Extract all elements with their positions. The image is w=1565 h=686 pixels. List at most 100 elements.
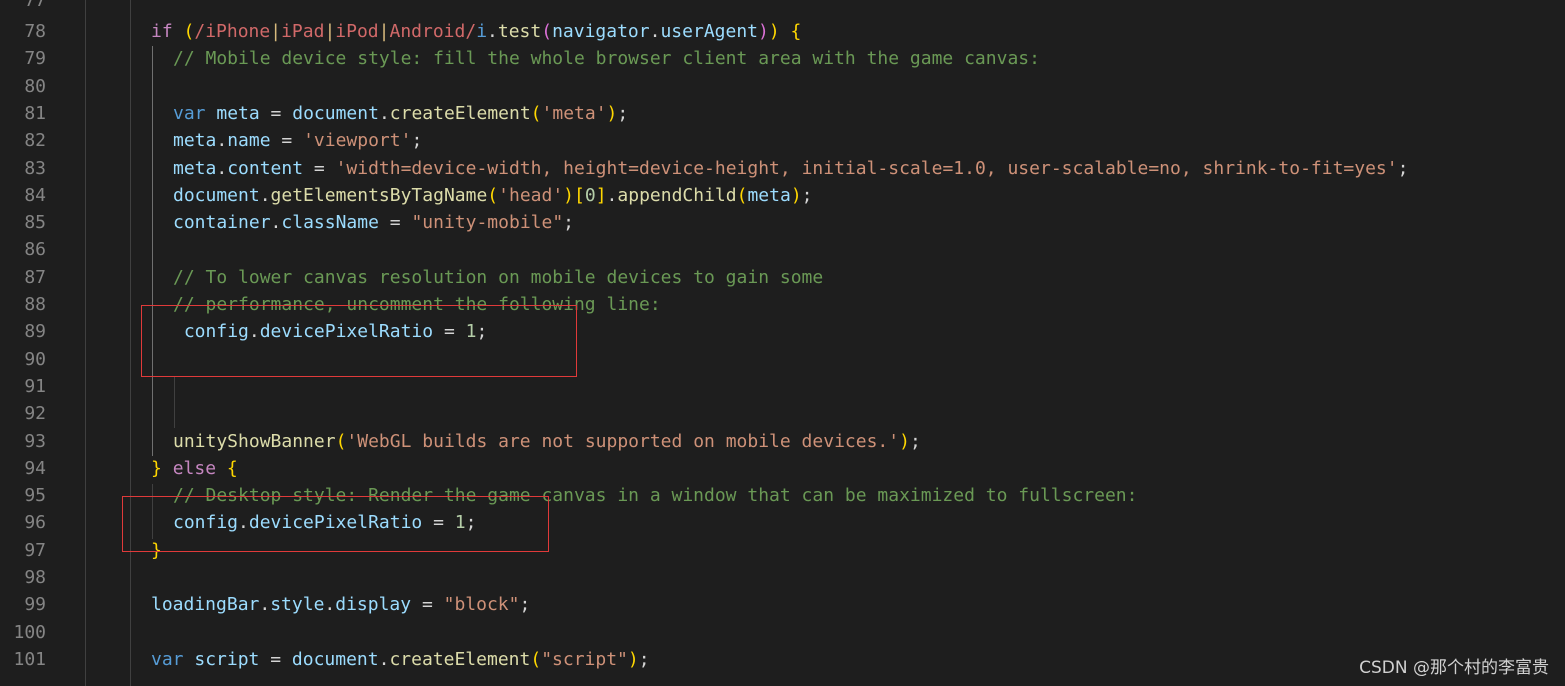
code-line[interactable]: 92 <box>0 400 1565 427</box>
code-text[interactable]: // To lower canvas resolution on mobile … <box>173 264 823 291</box>
code-token: container <box>173 212 271 234</box>
code-line[interactable]: 96 config.devicePixelRatio = 1; <box>0 509 1565 536</box>
code-line[interactable]: 90 <box>0 346 1565 373</box>
code-token: if <box>151 21 173 42</box>
code-line[interactable]: 80 <box>0 73 1565 100</box>
code-token: } <box>151 539 162 561</box>
code-token: ; <box>476 321 488 343</box>
code-token: content <box>227 157 304 179</box>
code-line[interactable]: 81 var meta = document.createElement('met… <box>0 100 1565 127</box>
code-text[interactable]: meta.content = 'width=device-width, heig… <box>173 155 1408 182</box>
line-number: 89 <box>24 321 46 343</box>
code-token: . <box>324 594 336 616</box>
code-line[interactable]: 99 loadingBar.style.display = "block"; <box>0 591 1565 618</box>
code-line[interactable]: 88 // performance, uncomment the followin… <box>0 291 1565 318</box>
code-token: ; <box>519 594 531 616</box>
csdn-watermark: CSDN @那个村的李富贵 <box>1359 658 1549 678</box>
code-token: script <box>194 648 260 670</box>
code-line[interactable]: 86 <box>0 236 1565 263</box>
code-line[interactable]: 82 meta.name = 'viewport'; <box>0 127 1565 154</box>
code-text[interactable]: if (/iPhone|iPad|iPod|Android/i.test(nav… <box>151 18 801 45</box>
line-number: 90 <box>24 348 46 370</box>
code-text[interactable]: unityShowBanner('WebGL builds are not su… <box>173 428 921 455</box>
code-token: ( <box>335 430 347 452</box>
code-token: ) <box>768 21 780 42</box>
line-number: 97 <box>24 539 46 561</box>
code-token: ) <box>899 430 910 452</box>
code-token: config <box>183 321 249 343</box>
code-line[interactable]: 79 // Mobile device style: fill the whole… <box>0 45 1565 72</box>
line-number: 87 <box>24 266 46 288</box>
code-token: unityShowBanner <box>173 430 336 452</box>
code-token: ; <box>465 512 477 534</box>
code-line[interactable]: 100 <box>0 619 1565 646</box>
line-number: 85 <box>24 212 46 234</box>
code-token: className <box>281 212 379 234</box>
code-text[interactable]: var script = document.createElement("scr… <box>151 646 650 673</box>
code-token: ) <box>606 102 618 124</box>
line-number: 86 <box>24 239 46 261</box>
code-line[interactable]: 101 var script = document.createElement("… <box>0 646 1565 673</box>
code-line[interactable]: 78 if (/iPhone|iPad|iPod|Android/i.test(n… <box>0 18 1565 45</box>
code-token: // To lower canvas resolution on mobile … <box>173 266 824 288</box>
line-number: 88 <box>24 294 46 315</box>
line-number: 78 <box>24 21 46 42</box>
code-text[interactable]: // performance, uncomment the following … <box>173 291 661 318</box>
line-number: 94 <box>24 457 46 479</box>
code-text[interactable]: document.getElementsByTagName('head')[0]… <box>173 182 813 209</box>
code-line[interactable]: 93 unityShowBanner('WebGL builds are not … <box>0 428 1565 455</box>
code-token: // Desktop style: Render the game canvas… <box>173 485 1138 507</box>
code-token: = <box>411 594 444 616</box>
code-text[interactable]: // Mobile device style: fill the whole b… <box>173 45 1040 72</box>
code-line[interactable]: 91 <box>0 373 1565 400</box>
code-token: . <box>270 212 282 234</box>
code-line[interactable]: 98 <box>0 564 1565 591</box>
line-number: 99 <box>24 594 46 616</box>
code-line[interactable]: 97} <box>0 537 1565 564</box>
code-line[interactable]: 95 // Desktop style: Render the game canv… <box>0 482 1565 509</box>
code-token: createElement <box>389 648 531 670</box>
code-text[interactable]: config.devicePixelRatio = 1; <box>173 318 487 345</box>
code-line[interactable]: 89 config.devicePixelRatio = 1; <box>0 318 1565 345</box>
code-text[interactable]: } else { <box>151 455 238 482</box>
code-token: } <box>151 457 162 479</box>
code-token: ) <box>563 184 575 206</box>
code-token: = <box>259 102 293 124</box>
code-token: ; <box>801 184 813 206</box>
code-line[interactable]: 94 } else { <box>0 455 1565 482</box>
code-token: ( <box>183 21 195 42</box>
code-token: ; <box>1397 157 1409 179</box>
code-token: . <box>259 594 271 616</box>
code-token: ) <box>790 184 802 206</box>
code-token: config <box>173 512 239 534</box>
code-token: . <box>487 21 498 42</box>
code-token: | <box>378 21 390 42</box>
line-number: 100 <box>13 621 46 643</box>
code-token: { <box>226 457 238 479</box>
indent-guide <box>130 0 131 686</box>
code-token: document <box>173 184 260 206</box>
code-editor[interactable]: 77 78 if (/iPhone|iPad|iPod|Android/i.tes… <box>0 0 1565 686</box>
code-line[interactable]: 83 meta.content = 'width=device-width, he… <box>0 155 1565 182</box>
code-text[interactable]: config.devicePixelRatio = 1; <box>173 509 476 536</box>
code-text[interactable]: loadingBar.style.display = "block"; <box>151 591 530 618</box>
code-token: createElement <box>389 102 531 124</box>
code-token: . <box>216 130 228 152</box>
code-text[interactable]: // Desktop style: Render the game canvas… <box>173 482 1138 509</box>
code-token: var <box>173 102 206 124</box>
active-indent-guide <box>152 46 153 456</box>
code-token: { <box>790 21 802 42</box>
code-line[interactable]: 85 container.className = "unity-mobile"; <box>0 209 1565 236</box>
code-token: style <box>270 594 325 616</box>
code-text[interactable]: container.className = "unity-mobile"; <box>173 209 574 236</box>
code-token: navigator <box>552 21 650 42</box>
code-line[interactable]: 84 document.getElementsByTagName('head')[… <box>0 182 1565 209</box>
code-text[interactable]: var meta = document.createElement('meta'… <box>173 100 628 127</box>
line-number: 77 <box>24 0 46 11</box>
code-text[interactable]: } <box>151 537 162 564</box>
code-token: appendChild <box>617 184 737 206</box>
code-line[interactable]: 87 // To lower canvas resolution on mobil… <box>0 264 1565 291</box>
code-text[interactable]: meta.name = 'viewport'; <box>173 127 422 154</box>
code-token: /iPhone <box>194 21 271 42</box>
